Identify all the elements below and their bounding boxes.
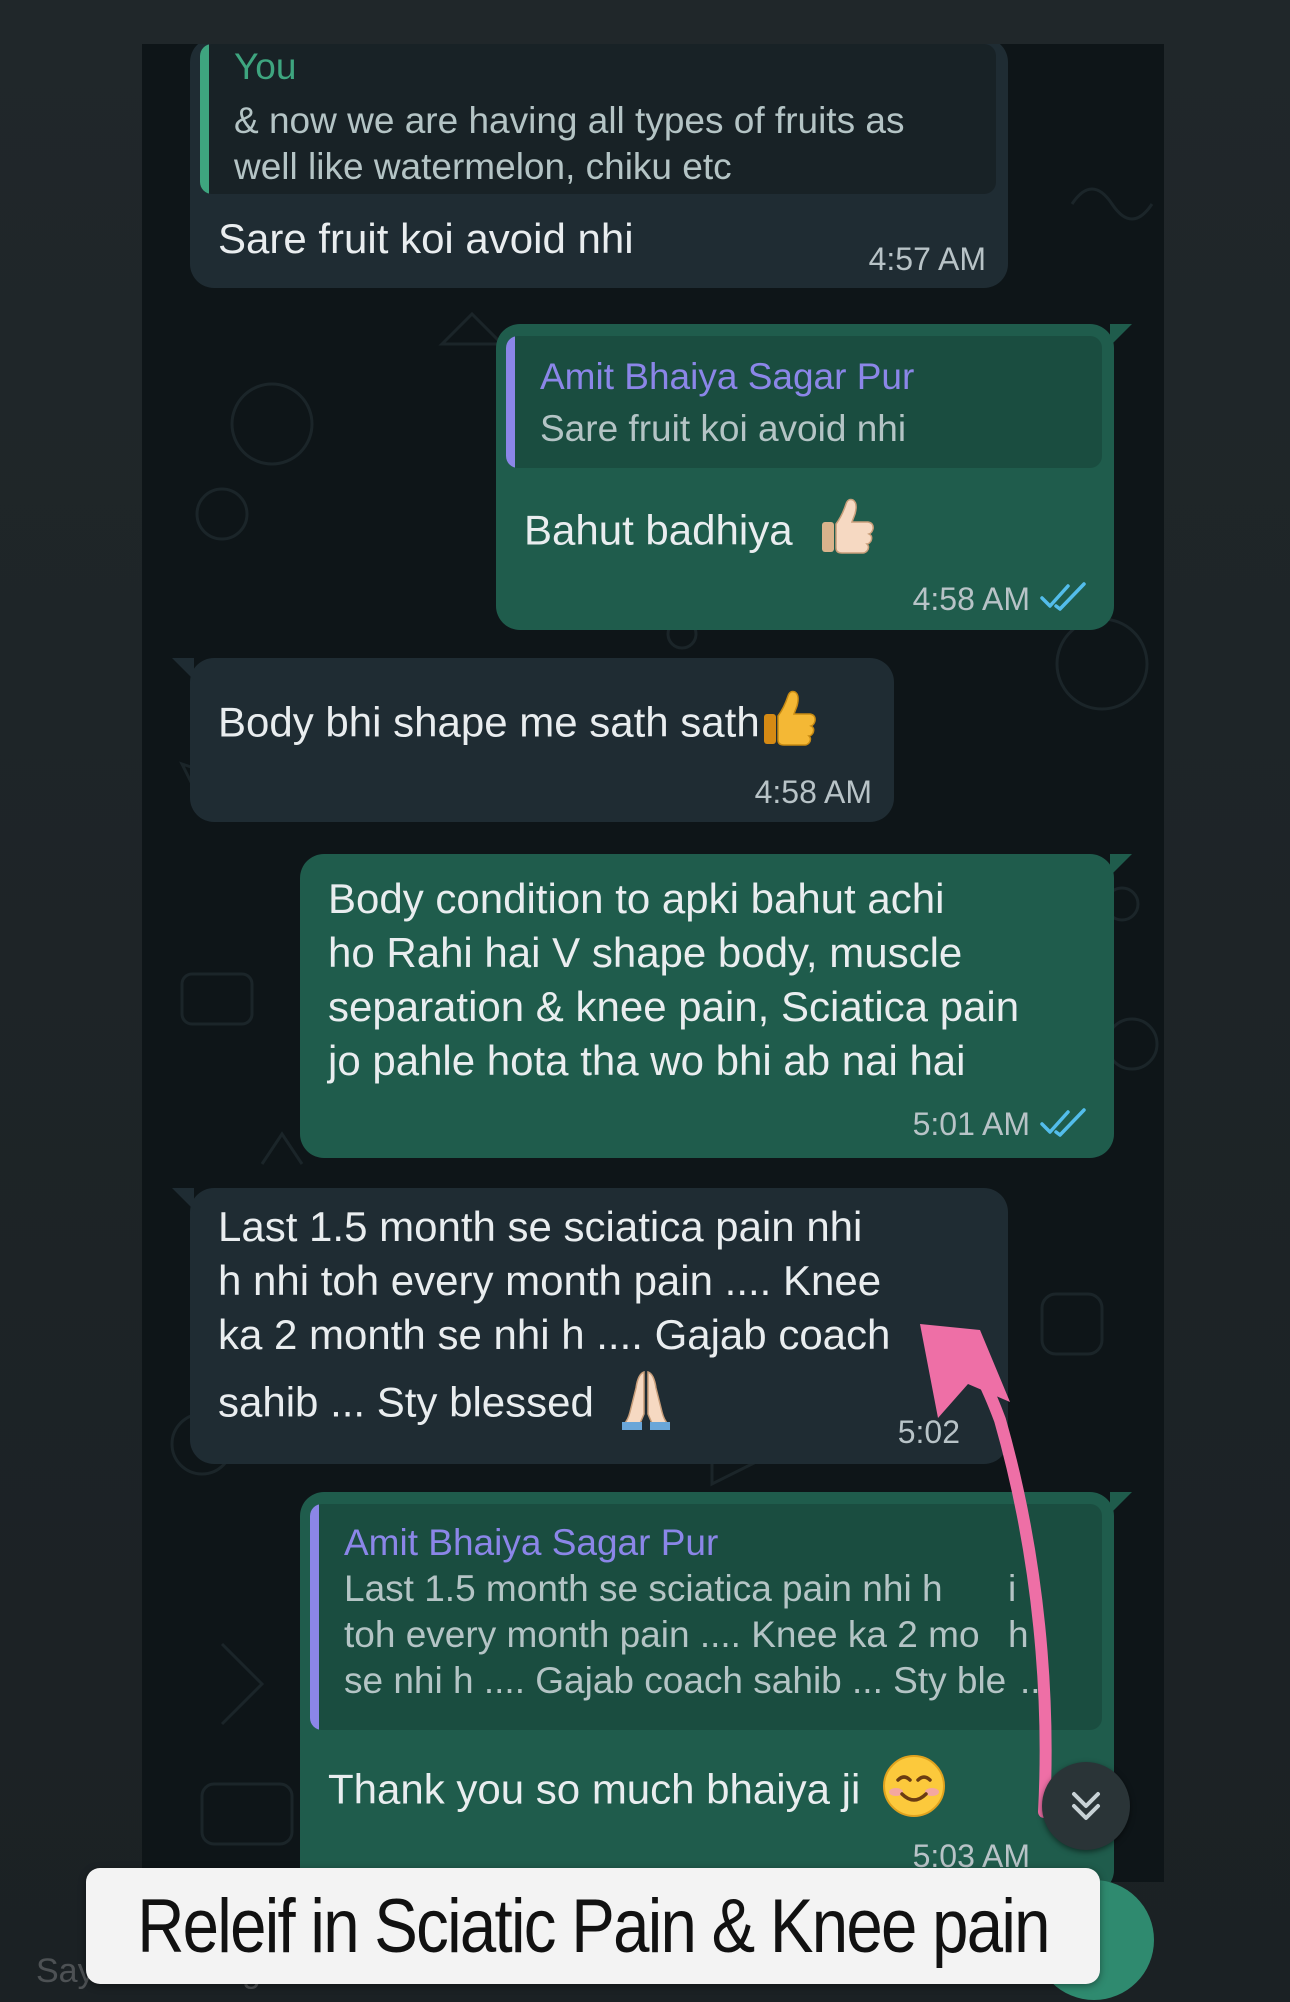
folded-hands-icon — [620, 1368, 672, 1443]
thumbs-up-icon — [760, 688, 818, 763]
message-text-line: Last 1.5 month se sciatica pain nhi — [218, 1203, 863, 1250]
message-text-line: ka 2 month se nhi h .... Gajab coach — [218, 1311, 891, 1358]
message-text-line: jo pahle hota tha wo bhi ab nai hai — [328, 1037, 966, 1084]
message-text: Body bhi shape me sath sath — [218, 698, 760, 746]
message-text-row: Body bhi shape me sath sath — [218, 688, 818, 763]
message-text-row: Bahut badhiya — [524, 496, 876, 571]
quote-text-line: Last 1.5 month se sciatica pain nhi h — [344, 1568, 943, 1609]
message-text: Sare fruit koi avoid nhi — [218, 215, 634, 262]
quote-text-line: toh every month pain .... Knee ka 2 mo — [344, 1614, 980, 1655]
quoted-message[interactable]: Amit Bhaiya Sagar Pur Last 1.5 month se … — [310, 1504, 1102, 1730]
message-text-row: Thank you so much bhaiya ji — [328, 1754, 946, 1831]
quote-accent-bar — [310, 1504, 319, 1730]
message-text-line: h nhi toh every month pain .... Knee — [218, 1257, 882, 1304]
quote-text-tail: ... — [1020, 1660, 1051, 1701]
message-text-line: Body condition to apki bahut achi — [328, 875, 945, 922]
chat-window[interactable]: You & now we are having all types of fru… — [142, 44, 1164, 1882]
smiling-face-icon — [882, 1754, 946, 1831]
quoted-message[interactable]: You & now we are having all types of fru… — [200, 44, 996, 194]
caption-text: Releif in Sciatic Pain & Knee pain — [137, 1883, 1050, 1969]
message-text: Bahut badhiya — [524, 506, 793, 554]
quote-text-line: se nhi h .... Gajab coach sahib ... Sty … — [344, 1660, 1007, 1701]
quote-author: Amit Bhaiya Sagar Pur — [344, 1522, 719, 1563]
quote-accent-bar — [200, 44, 209, 194]
message-outgoing-2[interactable]: Body condition to apki bahut achi ho Rah… — [300, 854, 1132, 1158]
quote-author: Amit Bhaiya Sagar Pur — [540, 356, 915, 397]
message-text-line: separation & knee pain, Sciatica pain — [328, 983, 1020, 1030]
message-time: 4:58 AM — [912, 581, 1030, 617]
message-outgoing-3[interactable]: Amit Bhaiya Sagar Pur Last 1.5 month se … — [300, 1492, 1132, 1882]
scroll-to-bottom-button[interactable] — [1042, 1762, 1130, 1850]
message-outgoing-1[interactable]: Amit Bhaiya Sagar Pur Sare fruit koi avo… — [496, 324, 1132, 630]
quote-text-tail: i — [1008, 1568, 1017, 1609]
message-text-line: sahib ... Sty blessed — [218, 1378, 594, 1426]
read-receipt-icon — [1040, 582, 1086, 611]
message-text-row: sahib ... Sty blessed — [218, 1368, 672, 1443]
message-incoming-2[interactable]: Body bhi shape me sath sath 4:58 AM — [172, 658, 894, 822]
quote-text-line: & now we are having all types of fruits … — [234, 100, 905, 141]
message-text: Thank you so much bhaiya ji — [328, 1765, 861, 1813]
quote-text-line: Sare fruit koi avoid nhi — [540, 408, 907, 449]
quote-text-tail: h — [1008, 1614, 1029, 1655]
message-incoming-1[interactable]: You & now we are having all types of fru… — [190, 44, 1008, 288]
caption-banner: Releif in Sciatic Pain & Knee pain — [86, 1868, 1100, 1984]
quote-author: You — [234, 46, 297, 87]
quote-accent-bar — [506, 336, 515, 468]
read-receipt-icon — [1040, 1108, 1086, 1137]
message-incoming-3[interactable]: Last 1.5 month se sciatica pain nhi h nh… — [172, 1188, 1008, 1464]
message-time: 5:01 AM — [912, 1106, 1030, 1142]
message-time: 5:02 — [897, 1414, 960, 1450]
quote-text-line: well like watermelon, chiku etc — [234, 146, 732, 187]
message-text-line: ho Rahi hai V shape body, muscle — [328, 929, 963, 976]
message-time: 4:57 AM — [868, 241, 986, 277]
message-time: 4:58 AM — [754, 774, 872, 810]
thumbs-up-icon — [818, 496, 876, 571]
double-chevron-down-icon — [1072, 1792, 1100, 1820]
quoted-message[interactable]: Amit Bhaiya Sagar Pur Sare fruit koi avo… — [506, 336, 1102, 468]
